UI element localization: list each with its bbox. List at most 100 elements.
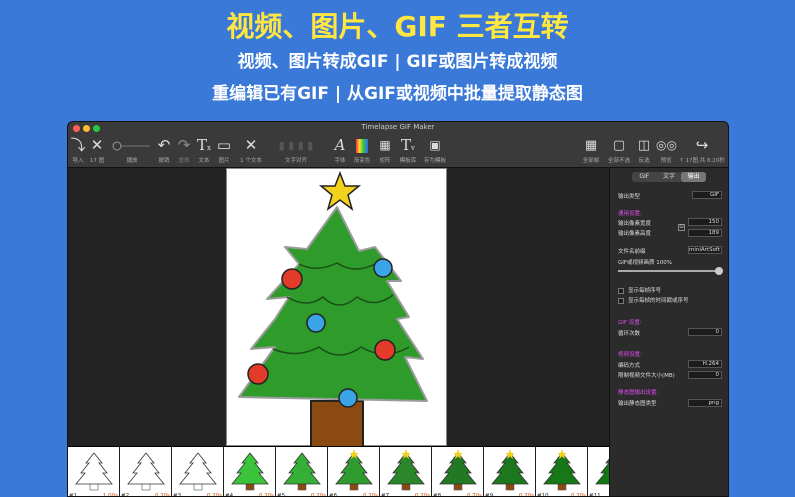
toolbar: ⤵ 导入 ✕ 17 图 播放 ↶ 撤销 ↷ 重做 Tx 文本 ▭ 图片 ✕ 1 个文本 ▮ ▮… [68, 135, 728, 168]
frame-number: #9 [485, 493, 494, 497]
height-field[interactable]: 189 [688, 229, 722, 237]
import-button[interactable]: ⤵ 导入 [70, 135, 86, 168]
filmstrip-frame[interactable]: #10 0.20s [536, 447, 588, 497]
still-section-title: 静态图输出设置: [618, 390, 659, 396]
promo-headline: 视频、图片、GIF 三者互转 [226, 10, 569, 43]
font-button[interactable]: A 字体 [332, 135, 348, 168]
quality-slider-knob[interactable] [714, 267, 723, 275]
show-index-checkbox[interactable]: 显示每帧序号 [618, 286, 661, 294]
tab-output[interactable]: 输出 [681, 172, 707, 182]
height-label: 输出像素高度 [618, 231, 652, 237]
text-icon: Tx [197, 136, 211, 154]
tab-text[interactable]: 文字 [657, 172, 682, 182]
tree-thumbnail [387, 449, 425, 491]
frame-number: #10 [537, 493, 549, 497]
filmstrip-frame[interactable]: #5 0.20s [276, 447, 328, 497]
settings-tabs: GIF 文字 输出 [632, 172, 707, 182]
align-icons: ▮ ▮ ▮ ▮ [278, 139, 314, 152]
still-type-label: 输出静态图类型 [618, 401, 657, 407]
frame-number: #4 [225, 493, 234, 497]
filmstrip-frame[interactable]: #3 0.20s [172, 447, 224, 497]
frame-duration: 0.20s [258, 493, 274, 497]
general-section-title: 通用设置: [618, 211, 642, 217]
frame-number: #3 [173, 493, 182, 497]
gradient-icon [356, 139, 368, 153]
matrix-button[interactable]: ▦ 矩阵 [376, 135, 394, 168]
size-limit-field[interactable]: 0 [688, 371, 722, 379]
save-icon: ▣ [429, 138, 441, 152]
tree-thumbnail [231, 452, 269, 491]
show-time-label: 显示每帧的时间戳或序号 [628, 298, 689, 304]
template-icon: Tv [401, 136, 415, 154]
select-none-button[interactable]: ▢ 全部不选 [604, 135, 634, 168]
image-button[interactable]: ▭ 图片 [216, 135, 232, 168]
share-button[interactable]: ↪ ↑ 17图,共 8.20秒 [678, 135, 726, 168]
template-library-button[interactable]: Tv 模板库 [396, 135, 420, 168]
quality-label: GIF或视频画质 100% [618, 260, 673, 266]
tab-gif[interactable]: GIF [632, 172, 657, 182]
undo-button[interactable]: ↶ 撤销 [154, 135, 174, 168]
video-section-title: 视频设置: [618, 352, 642, 358]
tree-thumbnail [439, 449, 477, 491]
lock-ratio-icon[interactable]: ⊡ [678, 224, 685, 231]
redo-icon: ↷ [177, 136, 191, 154]
font-icon: A [334, 136, 346, 154]
filmstrip-frame[interactable]: #4 0.20s [224, 447, 276, 497]
frame-duration: 0.20s [206, 493, 222, 497]
frame-number: #6 [329, 493, 338, 497]
frame-duration: 0.20s [414, 493, 430, 497]
text-button[interactable]: Tx 文本 [196, 135, 212, 168]
select-all-button[interactable]: ▦ 全部帧 [580, 135, 602, 168]
select-all-icon: ▦ [584, 138, 598, 153]
frame-number: #2 [121, 493, 130, 497]
filmstrip-frame[interactable]: #11 [588, 447, 609, 496]
tree-thumbnail [283, 452, 321, 491]
width-field[interactable]: 150 [688, 218, 722, 226]
share-icon: ↪ [695, 136, 709, 154]
grid-icon: ▦ [379, 138, 391, 152]
filmstrip-frame[interactable]: #8 0.70s [432, 447, 484, 496]
frame-duration: 1.00s [102, 493, 118, 497]
canvas-area [68, 168, 609, 448]
show-time-checkbox[interactable]: 显示每帧的时间戳或序号 [618, 296, 689, 304]
still-type-select[interactable]: png [688, 399, 722, 407]
codec-select[interactable]: H.264 [688, 360, 722, 368]
frame-duration: 0.20s [154, 493, 170, 497]
edit-canvas[interactable] [226, 168, 447, 448]
invert-icon: ◫ [637, 138, 651, 153]
loop-label: 循环次数 [618, 331, 641, 337]
settings-panel: GIF 文字 输出 输出类型 GIF 通用设置: 输出像素宽度 150 输出像素… [609, 168, 728, 496]
frame-duration: 0.70s [518, 493, 534, 497]
delete-frames-button[interactable]: ✕ 17 图 [88, 135, 106, 168]
frame-number: #5 [277, 493, 286, 497]
window-title: Timelapse GIF Maker [361, 123, 435, 131]
tree-thumbnail [179, 452, 217, 491]
filmstrip-frame[interactable]: #2 0.20s [120, 447, 172, 497]
gradient-button[interactable]: 渐变色 [352, 135, 372, 168]
width-label: 输出像素宽度 [618, 221, 652, 227]
save-template-button[interactable]: ▣ 存为模板 [422, 135, 448, 168]
close-icon: ✕ [244, 136, 258, 154]
tree-thumbnail [491, 449, 529, 491]
preview-button[interactable]: ◎◎ 预览 [656, 135, 677, 168]
tree-thumbnail [595, 458, 609, 485]
filmstrip-frame[interactable]: #6 0.20s [328, 447, 380, 497]
filmstrip-frame[interactable]: #7 0.20s [380, 447, 432, 497]
play-slider[interactable]: 播放 [112, 135, 152, 168]
remove-text-button[interactable]: ✕ 1 个文本 [236, 135, 266, 168]
quality-slider[interactable] [618, 267, 723, 275]
filmstrip-frame[interactable]: #1 1.00s [68, 447, 121, 497]
gif-section-title: GIF 设置: [618, 320, 642, 326]
prefix-field[interactable]: miniArtSoft [688, 246, 722, 254]
tree-thumbnail [127, 452, 165, 491]
text-align-group[interactable]: ▮ ▮ ▮ ▮ 文字对齐 [268, 135, 324, 168]
filmstrip-frame[interactable]: #9 0.70s [484, 447, 536, 497]
redo-button[interactable]: ↷ 重做 [175, 135, 193, 168]
frame-duration: 0.20s [310, 493, 326, 497]
slider-icon [112, 141, 150, 151]
output-type-select[interactable]: GIF [692, 191, 722, 199]
invert-selection-button[interactable]: ◫ 反选 [634, 135, 654, 168]
frame-number: #1 [69, 493, 78, 497]
show-index-label: 显示每帧序号 [628, 288, 662, 294]
loop-field[interactable]: 0 [688, 328, 722, 336]
